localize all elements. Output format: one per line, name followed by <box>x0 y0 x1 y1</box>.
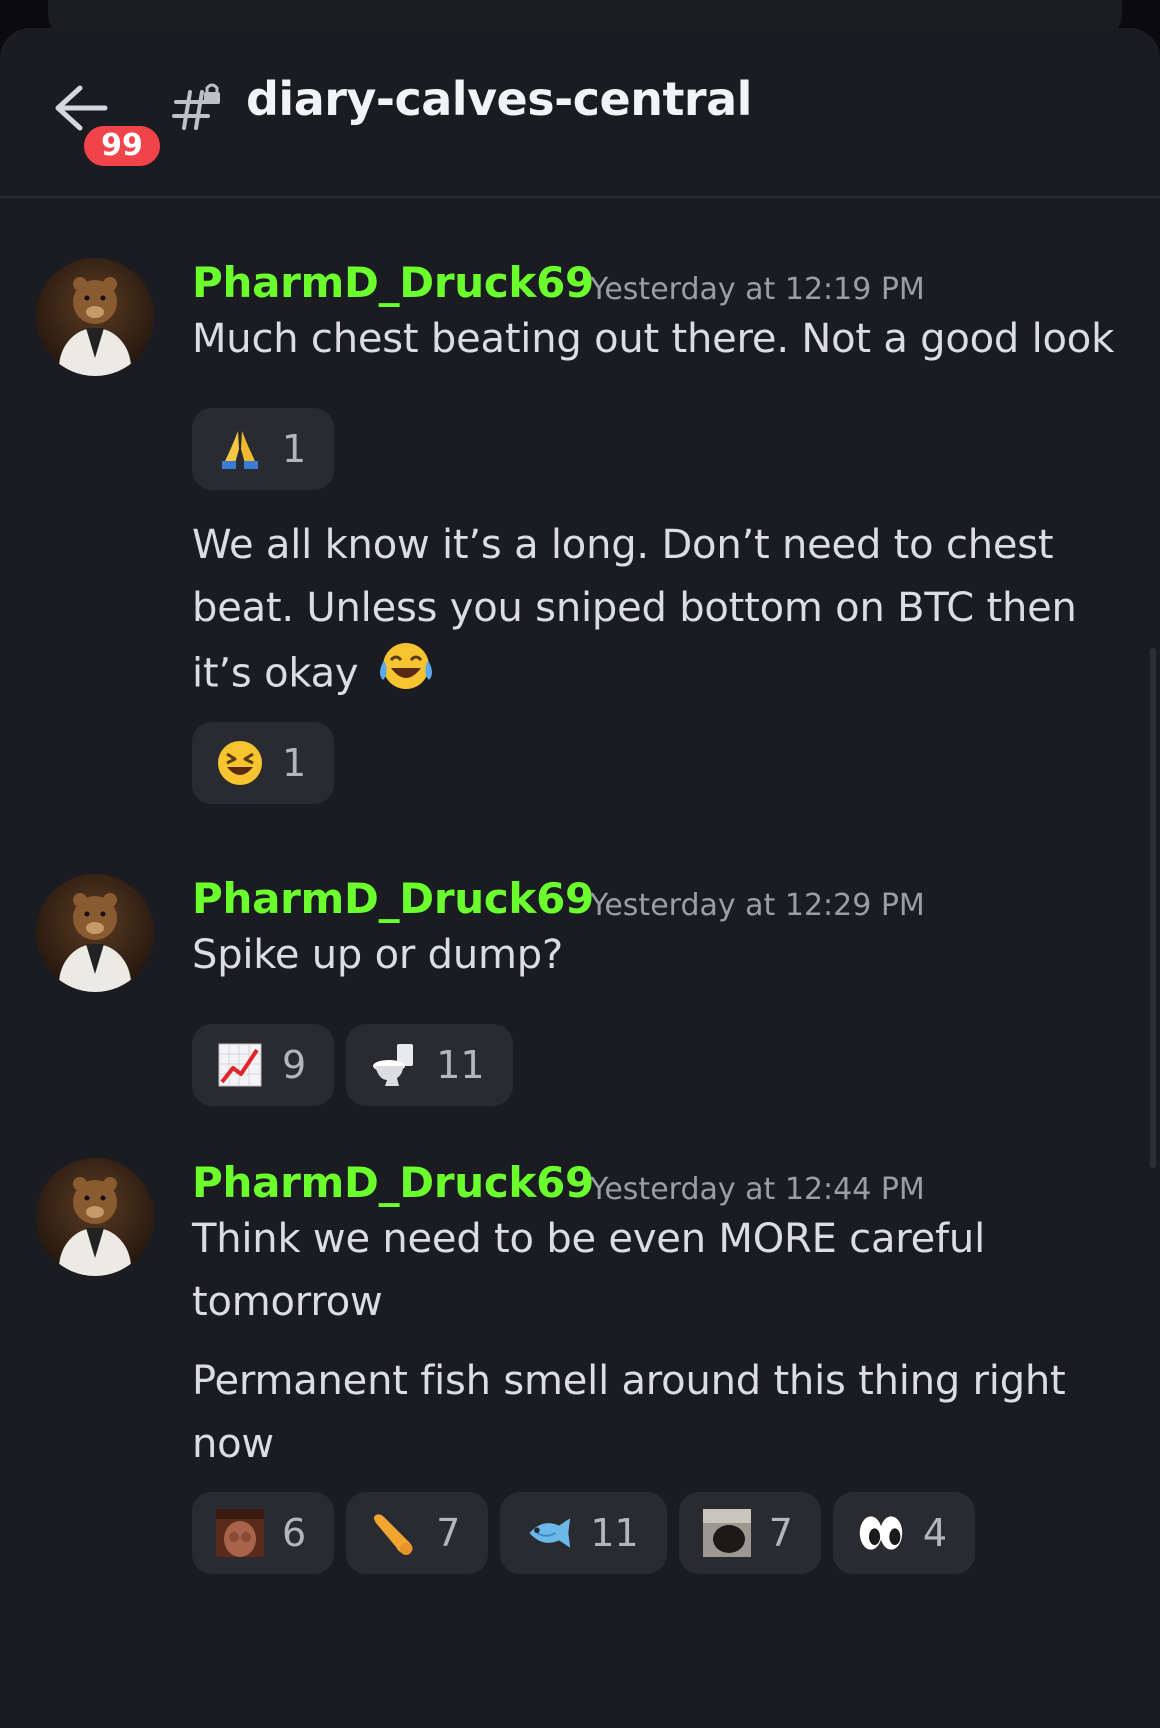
timestamp: Yesterday at 12:44 PM <box>590 1172 925 1207</box>
message-text: Think we need to be even MORE careful to… <box>192 1216 985 1325</box>
reaction-pill[interactable]: 4 <box>832 1492 976 1574</box>
reaction-count: 9 <box>282 1043 307 1087</box>
laughing-squint-icon <box>216 739 264 787</box>
reaction-count: 1 <box>282 427 307 471</box>
reaction-bar: 1 <box>192 722 335 804</box>
unread-badge: 99 <box>80 122 164 170</box>
custom-image-icon <box>216 1509 264 1557</box>
author-name[interactable]: PharmD_Druck69 <box>192 258 594 307</box>
reaction-count: 6 <box>282 1511 307 1555</box>
message-text: Much chest beating out there. Not a good… <box>192 316 1115 362</box>
author-name[interactable]: PharmD_Druck69 <box>192 1158 594 1207</box>
message-text: We all know it’s a long. Don’t need to c… <box>192 514 1142 711</box>
tears-of-joy-icon <box>377 640 435 711</box>
folded-hands-icon <box>216 425 264 473</box>
message-text: Permanent fish smell around this thing r… <box>192 1358 1066 1467</box>
channel-header: 99 diary-calves-central <box>0 28 1160 198</box>
eyes-icon <box>857 1509 905 1557</box>
reaction-pill[interactable]: 1 <box>192 408 335 490</box>
reaction-pill[interactable]: 1 <box>192 722 335 804</box>
reaction-pill[interactable]: 11 <box>500 1492 667 1574</box>
reaction-pill[interactable]: 6 <box>192 1492 335 1574</box>
custom-image-icon <box>702 1509 751 1557</box>
reaction-pill[interactable]: 9 <box>192 1024 335 1106</box>
timestamp: Yesterday at 12:29 PM <box>590 888 925 923</box>
toilet-icon <box>370 1041 418 1089</box>
avatar[interactable] <box>36 258 154 376</box>
reaction-pill[interactable]: 11 <box>346 1024 513 1106</box>
reaction-bar: 1 <box>192 408 335 490</box>
locked-channel-hash-icon <box>170 82 222 134</box>
reaction-pill[interactable]: 7 <box>678 1492 821 1574</box>
custom-banana-icon <box>370 1509 418 1557</box>
scrollbar[interactable] <box>1150 648 1156 1168</box>
author-name[interactable]: PharmD_Druck69 <box>192 874 594 923</box>
avatar[interactable] <box>36 874 154 992</box>
reaction-count: 7 <box>768 1511 793 1555</box>
timestamp: Yesterday at 12:19 PM <box>590 272 925 307</box>
reaction-bar: 9 11 <box>192 1024 513 1106</box>
channel-view: 99 diary-calves-central PharmD_Druck69 Y… <box>0 28 1160 1728</box>
reaction-pill[interactable]: 7 <box>346 1492 489 1574</box>
fish-icon <box>524 1509 572 1557</box>
reaction-count: 11 <box>436 1043 485 1087</box>
avatar[interactable] <box>36 1158 154 1276</box>
reaction-count: 7 <box>436 1511 461 1555</box>
message-text: Spike up or dump? <box>192 932 563 978</box>
reaction-count: 1 <box>282 741 307 785</box>
chart-increasing-icon <box>216 1041 264 1089</box>
reaction-count: 11 <box>590 1511 639 1555</box>
channel-name: diary-calves-central <box>246 72 752 126</box>
reaction-bar: 6 7 11 7 4 <box>192 1492 976 1574</box>
reaction-count: 4 <box>922 1511 948 1555</box>
message-text-content: We all know it’s a long. Don’t need to c… <box>192 522 1077 697</box>
